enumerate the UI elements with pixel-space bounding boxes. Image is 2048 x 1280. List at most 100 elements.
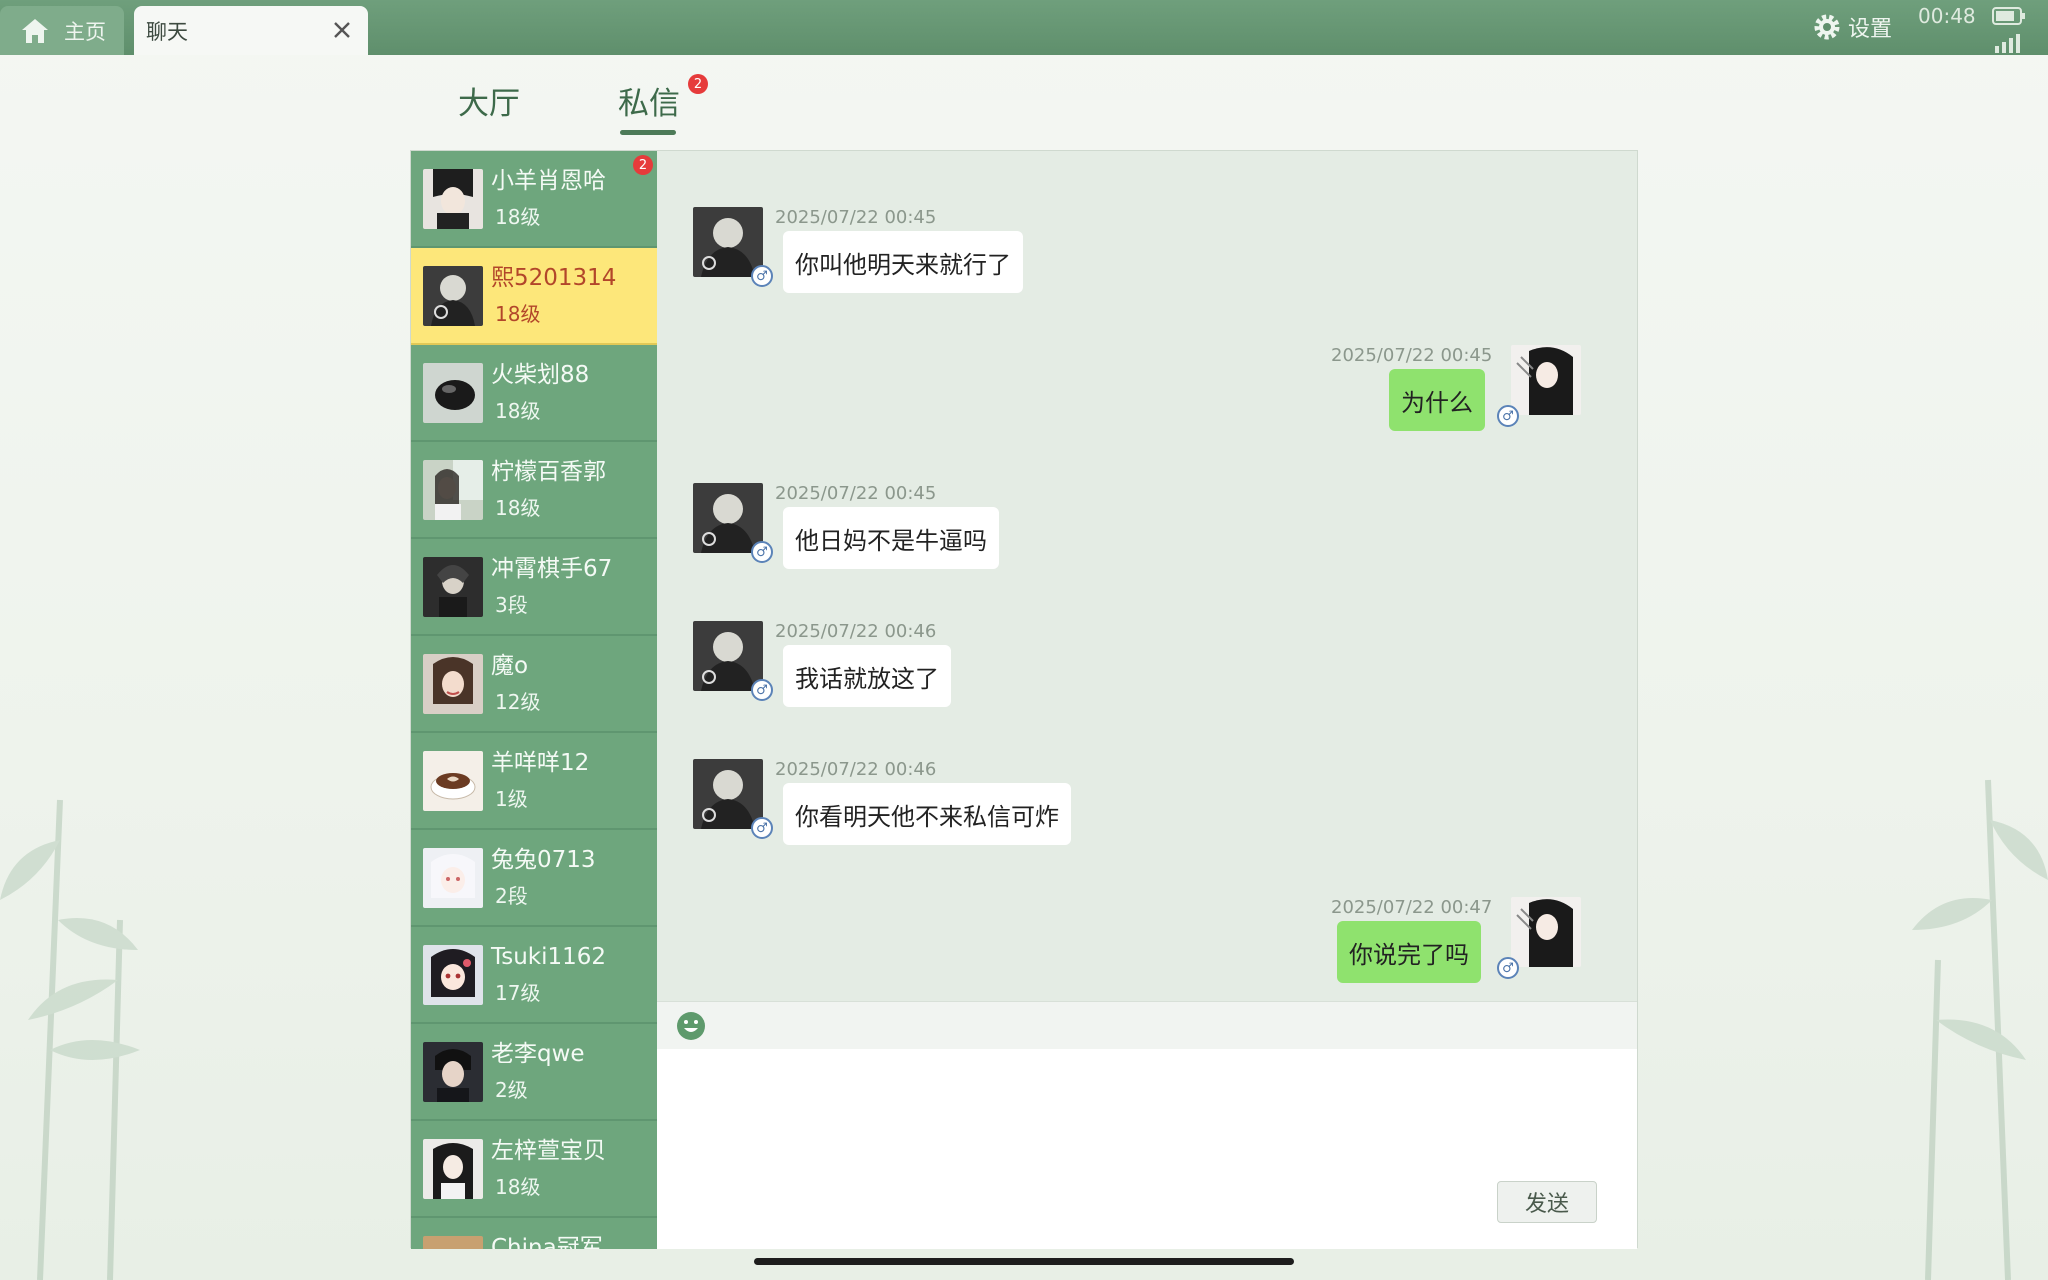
- contact-item-active[interactable]: 熙5201314 18级: [411, 248, 657, 345]
- chat-panel: 小羊肖恩哈 18级 2 熙5201314 18级 火柴划88 18级 柠檬百香郭…: [410, 150, 1638, 1249]
- contact-item[interactable]: 左梓萱宝贝 18级: [411, 1121, 657, 1218]
- tab-private-label: 私信: [618, 86, 680, 122]
- male-icon: ♂: [751, 679, 773, 701]
- clock: 00:48: [1918, 4, 1976, 28]
- tab-home[interactable]: 主页: [0, 6, 124, 55]
- male-icon: ♂: [751, 817, 773, 839]
- message-bubble: 你说完了吗: [1337, 921, 1481, 983]
- battery-icon: [1992, 7, 2025, 25]
- contact-name: 柠檬百香郭: [491, 459, 606, 485]
- contact-level: 2段: [495, 884, 528, 908]
- contact-level: 12级: [495, 690, 541, 714]
- avatar[interactable]: [1511, 345, 1581, 415]
- avatar: [423, 460, 483, 520]
- emoji-icon[interactable]: [675, 1010, 707, 1042]
- contact-item[interactable]: 火柴划88 18级: [411, 345, 657, 442]
- tab-chat[interactable]: 聊天: [134, 6, 368, 55]
- message-bubble: 为什么: [1389, 369, 1485, 431]
- message-time: 2025/07/22 00:45: [775, 483, 937, 504]
- gear-icon: [1814, 14, 1840, 40]
- contact-level: 2级: [495, 1078, 528, 1102]
- contact-level: 18级: [495, 399, 541, 423]
- avatar: [423, 1139, 483, 1199]
- avatar[interactable]: [693, 759, 763, 829]
- bamboo-decoration-right: [1912, 779, 2048, 1280]
- contact-name: 老李qwe: [491, 1041, 585, 1067]
- contact-item[interactable]: 冲霄棋手67 3段: [411, 539, 657, 636]
- contact-name: China冠军: [491, 1235, 603, 1249]
- settings-label: 设置: [1848, 17, 1893, 42]
- contact-name: Tsuki1162: [491, 944, 607, 970]
- home-icon: [22, 18, 48, 43]
- avatar: [423, 1042, 483, 1102]
- message-bubble: 他日妈不是牛逼吗: [783, 507, 999, 569]
- contact-name: 魔o: [491, 653, 529, 679]
- tab-home-label: 主页: [64, 19, 106, 44]
- avatar: [423, 266, 483, 326]
- contact-name: 小羊肖恩哈: [491, 168, 606, 194]
- contact-name: 火柴划88: [491, 362, 590, 388]
- male-icon: ♂: [1497, 957, 1519, 979]
- message-bubble: 你叫他明天来就行了: [783, 231, 1023, 293]
- avatar[interactable]: [1511, 897, 1581, 967]
- avatar: [423, 945, 483, 1005]
- avatar: [423, 557, 483, 617]
- message-time: 2025/07/22 00:46: [775, 759, 937, 780]
- avatar: [423, 848, 483, 908]
- tab-private-messages[interactable]: 私信 2: [618, 74, 708, 135]
- tab-hall-label: 大厅: [458, 86, 520, 122]
- close-icon[interactable]: [328, 16, 356, 44]
- unread-badge: 2: [688, 74, 708, 94]
- avatar[interactable]: [693, 621, 763, 691]
- settings-button[interactable]: 设置: [1812, 10, 1892, 44]
- contact-name: 冲霄棋手67: [491, 556, 613, 582]
- contact-item[interactable]: 老李qwe 2级: [411, 1024, 657, 1121]
- message-bubble: 我话就放这了: [783, 645, 951, 707]
- contact-item[interactable]: China冠军: [411, 1218, 657, 1249]
- message-time: 2025/07/22 00:46: [775, 621, 937, 642]
- contact-level: 17级: [495, 981, 541, 1005]
- avatar: [423, 654, 483, 714]
- contact-name: 兔兔0713: [491, 847, 596, 873]
- male-icon: ♂: [751, 265, 773, 287]
- contact-level: 18级: [495, 205, 541, 229]
- avatar: [423, 1236, 483, 1249]
- contact-list[interactable]: 小羊肖恩哈 18级 2 熙5201314 18级 火柴划88 18级 柠檬百香郭…: [411, 151, 657, 1249]
- contact-item[interactable]: 魔o 12级: [411, 636, 657, 733]
- active-tab-indicator: [620, 130, 676, 135]
- avatar: [423, 751, 483, 811]
- message-bubble: 你看明天他不来私信可炸: [783, 783, 1071, 845]
- male-icon: ♂: [751, 541, 773, 563]
- avatar: [423, 363, 483, 423]
- tab-hall[interactable]: 大厅: [458, 78, 520, 123]
- tab-chat-label: 聊天: [146, 19, 188, 44]
- contact-level: 18级: [495, 302, 541, 326]
- contact-level: 18级: [495, 1175, 541, 1199]
- signal-icon: [1995, 34, 2020, 53]
- message-time: 2025/07/22 00:45: [775, 207, 937, 228]
- send-button[interactable]: 发送: [1497, 1181, 1597, 1223]
- avatar: [423, 169, 483, 229]
- avatar[interactable]: [693, 207, 763, 277]
- contact-item[interactable]: Tsuki1162 17级: [411, 927, 657, 1024]
- contact-item[interactable]: 柠檬百香郭 18级: [411, 442, 657, 539]
- contact-item[interactable]: 羊咩咩12 1级: [411, 733, 657, 830]
- message-time: 2025/07/22 00:45: [1331, 345, 1493, 366]
- message-area[interactable]: 2025/07/22 00:45 ♂ 你叫他明天来就行了 2025/07/22 …: [657, 151, 1637, 1001]
- contact-item[interactable]: 小羊肖恩哈 18级 2: [411, 151, 657, 248]
- unread-badge: 2: [633, 155, 653, 175]
- top-bar: 主页 聊天 设置 00:48: [0, 0, 2048, 55]
- input-toolbar: [657, 1001, 1637, 1049]
- contact-item[interactable]: 兔兔0713 2段: [411, 830, 657, 927]
- contact-name: 羊咩咩12: [491, 750, 590, 776]
- contact-level: 3段: [495, 593, 528, 617]
- home-indicator[interactable]: [754, 1258, 1294, 1265]
- contact-name: 左梓萱宝贝: [491, 1138, 606, 1164]
- message-time: 2025/07/22 00:47: [1331, 897, 1493, 918]
- contact-level: 18级: [495, 496, 541, 520]
- message-input[interactable]: [657, 1049, 1637, 1249]
- avatar[interactable]: [693, 483, 763, 553]
- contact-level: 1级: [495, 787, 528, 811]
- male-icon: ♂: [1497, 405, 1519, 427]
- bamboo-decoration-left: [0, 799, 140, 1280]
